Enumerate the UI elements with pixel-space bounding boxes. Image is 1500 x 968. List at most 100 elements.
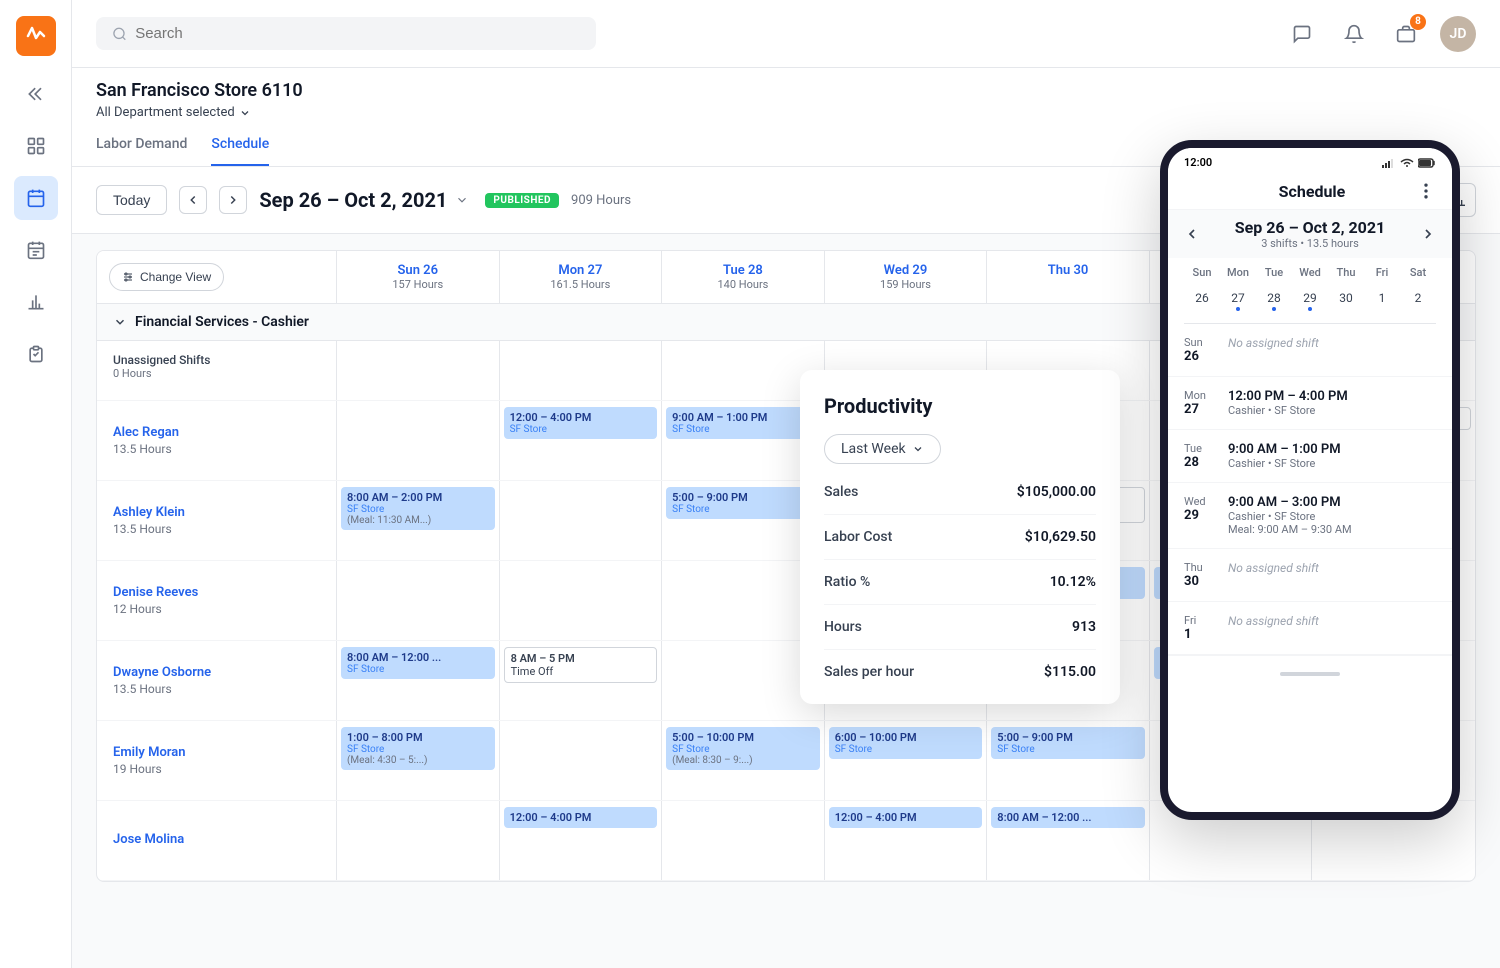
shift-block[interactable]: 12:00 – 4:00 PM [504, 807, 658, 828]
shift-alec-mon[interactable]: 12:00 – 4:00 PM SF Store [500, 401, 663, 480]
employee-name-denise[interactable]: Denise Reeves [113, 585, 320, 600]
shift-jose-wed[interactable]: 12:00 – 4:00 PM [825, 801, 988, 880]
shift-emily-wed[interactable]: 6:00 – 10:00 PM SF Store [825, 721, 988, 800]
list-item: Fri 1 No assigned shift [1168, 602, 1452, 655]
mobile-cal-30[interactable]: 30 [1328, 287, 1364, 315]
mobile-header: Schedule [1168, 173, 1452, 210]
employee-info-jose: Jose Molina [97, 801, 337, 880]
search-input[interactable] [135, 25, 580, 42]
dropdown-icon[interactable] [455, 193, 469, 207]
department-filter[interactable]: All Department selected [96, 105, 1476, 120]
section-title: Financial Services - Cashier [135, 314, 309, 330]
list-item: Thu 30 No assigned shift [1168, 549, 1452, 602]
employee-info-emily: Emily Moran 19 Hours [97, 721, 337, 800]
briefcase-button[interactable]: 8 [1388, 16, 1424, 52]
employee-hours-dwayne: 13.5 Hours [113, 682, 320, 696]
sidebar [0, 0, 72, 968]
employee-name-alec[interactable]: Alec Regan [113, 425, 320, 440]
mobile-cal-1[interactable]: 1 [1364, 287, 1400, 315]
chevron-right-icon [226, 193, 240, 207]
sidebar-item-reports[interactable] [14, 280, 58, 324]
day-header-wed: Wed 29 159 Hours [825, 251, 988, 303]
shift-block[interactable]: 8:00 AM – 12:00 ... SF Store [341, 647, 495, 679]
productivity-filter[interactable]: Last Week [824, 434, 941, 464]
top-header: 8 JD [72, 0, 1500, 68]
bell-icon [1344, 24, 1364, 44]
shift-block[interactable]: 5:00 – 9:00 PM SF Store [991, 727, 1145, 759]
user-avatar[interactable]: JD [1440, 16, 1476, 52]
shift-dwayne-sun[interactable]: 8:00 AM – 12:00 ... SF Store [337, 641, 500, 720]
signal-icon [1382, 158, 1396, 168]
battery-icon [1418, 158, 1436, 168]
day-header-sun: Sun 26 157 Hours [337, 251, 500, 303]
shift-block[interactable]: 5:00 – 9:00 PM SF Store [666, 487, 820, 519]
shift-block[interactable]: 8:00 AM – 12:00 ... [991, 807, 1145, 828]
mobile-cal-26[interactable]: 26 [1184, 287, 1220, 315]
productivity-row-ratio: Ratio % 10.12% [824, 574, 1096, 605]
prev-week-button[interactable] [179, 186, 207, 214]
shift-alec-sun [337, 401, 500, 480]
shift-emily-thu[interactable]: 5:00 – 9:00 PM SF Store [987, 721, 1150, 800]
shift-ashley-mon [500, 481, 663, 560]
mobile-cal-2[interactable]: 2 [1400, 287, 1436, 315]
tab-schedule[interactable]: Schedule [211, 128, 269, 166]
tab-labor-demand[interactable]: Labor Demand [96, 128, 187, 166]
published-badge: PUBLISHED [485, 193, 559, 208]
shift-block[interactable]: 8:00 AM – 2:00 PM SF Store (Meal: 11:30 … [341, 487, 495, 530]
shift-block[interactable]: 5:00 – 10:00 PM SF Store (Meal: 8:30 – 9… [666, 727, 820, 770]
productivity-popup: Productivity Last Week Sales $105,000.00… [800, 370, 1120, 704]
chat-icon [1292, 24, 1312, 44]
employee-hours-alec: 13.5 Hours [113, 442, 320, 456]
mobile-cal-29[interactable]: 29 [1292, 287, 1328, 315]
shift-denise-mon [500, 561, 663, 640]
chevron-down-icon [239, 107, 251, 119]
shift-block[interactable]: 12:00 – 4:00 PM SF Store [504, 407, 658, 439]
today-button[interactable]: Today [96, 185, 167, 215]
shift-block[interactable]: 1:00 – 8:00 PM SF Store (Meal: 4:30 – 5:… [341, 727, 495, 770]
productivity-row-sph: Sales per hour $115.00 [824, 664, 1096, 680]
sidebar-item-schedule[interactable] [14, 176, 58, 220]
chat-button[interactable] [1284, 16, 1320, 52]
mobile-schedule-list: Sun 26 No assigned shift Mon 27 12:00 PM… [1168, 323, 1452, 655]
wifi-icon [1400, 158, 1414, 168]
mobile-nav-bar: Sep 26 – Oct 2, 2021 3 shifts • 13.5 hou… [1168, 210, 1452, 258]
shift-emily-sun[interactable]: 1:00 – 8:00 PM SF Store (Meal: 4:30 – 5:… [337, 721, 500, 800]
shift-jose-mon[interactable]: 12:00 – 4:00 PM [500, 801, 663, 880]
mobile-cal-28[interactable]: 28 [1256, 287, 1292, 315]
mobile-week-sub: 3 shifts • 13.5 hours [1235, 237, 1385, 250]
more-options-icon[interactable] [1416, 181, 1436, 201]
employee-name-dwayne[interactable]: Dwayne Osborne [113, 665, 320, 680]
shift-ashley-sun[interactable]: 8:00 AM – 2:00 PM SF Store (Meal: 11:30 … [337, 481, 500, 560]
shift-emily-tue[interactable]: 5:00 – 10:00 PM SF Store (Meal: 8:30 – 9… [662, 721, 825, 800]
employee-name-jose[interactable]: Jose Molina [113, 832, 320, 847]
employee-name-ashley[interactable]: Ashley Klein [113, 505, 320, 520]
day-header-mon: Mon 27 161.5 Hours [500, 251, 663, 303]
shift-block[interactable]: 12:00 – 4:00 PM [829, 807, 983, 828]
next-week-button[interactable] [219, 186, 247, 214]
sidebar-item-collapse[interactable] [14, 72, 58, 116]
shift-block[interactable]: 9:00 AM – 1:00 PM SF Store [666, 407, 820, 439]
app-logo[interactable] [16, 16, 56, 56]
mobile-cal-27[interactable]: 27 [1220, 287, 1256, 315]
shift-block[interactable]: 6:00 – 10:00 PM SF Store [829, 727, 983, 759]
shift-jose-sun [337, 801, 500, 880]
mobile-time: 12:00 [1184, 156, 1212, 169]
list-item: Wed 29 9:00 AM – 3:00 PM Cashier • SF St… [1168, 483, 1452, 549]
change-view-button[interactable]: Change View [109, 263, 224, 291]
sidebar-item-dashboard[interactable] [14, 124, 58, 168]
header-actions: 8 JD [1284, 16, 1476, 52]
shift-jose-thu[interactable]: 8:00 AM – 12:00 ... [987, 801, 1150, 880]
chevron-down-icon[interactable] [113, 315, 127, 329]
mobile-prev-icon[interactable] [1184, 226, 1200, 242]
sidebar-item-timeoff[interactable] [14, 228, 58, 272]
notification-button[interactable] [1336, 16, 1372, 52]
unassigned-mon [500, 341, 663, 400]
employee-name-emily[interactable]: Emily Moran [113, 745, 320, 760]
mobile-week-title: Sep 26 – Oct 2, 2021 [1235, 218, 1385, 237]
search-box[interactable] [96, 17, 596, 50]
sidebar-item-tasks[interactable] [14, 332, 58, 376]
mobile-header-title: Schedule [1279, 182, 1346, 201]
shift-dwayne-mon[interactable]: 8 AM – 5 PM Time Off [500, 641, 663, 720]
time-off-block[interactable]: 8 AM – 5 PM Time Off [504, 647, 658, 683]
mobile-next-icon[interactable] [1420, 226, 1436, 242]
